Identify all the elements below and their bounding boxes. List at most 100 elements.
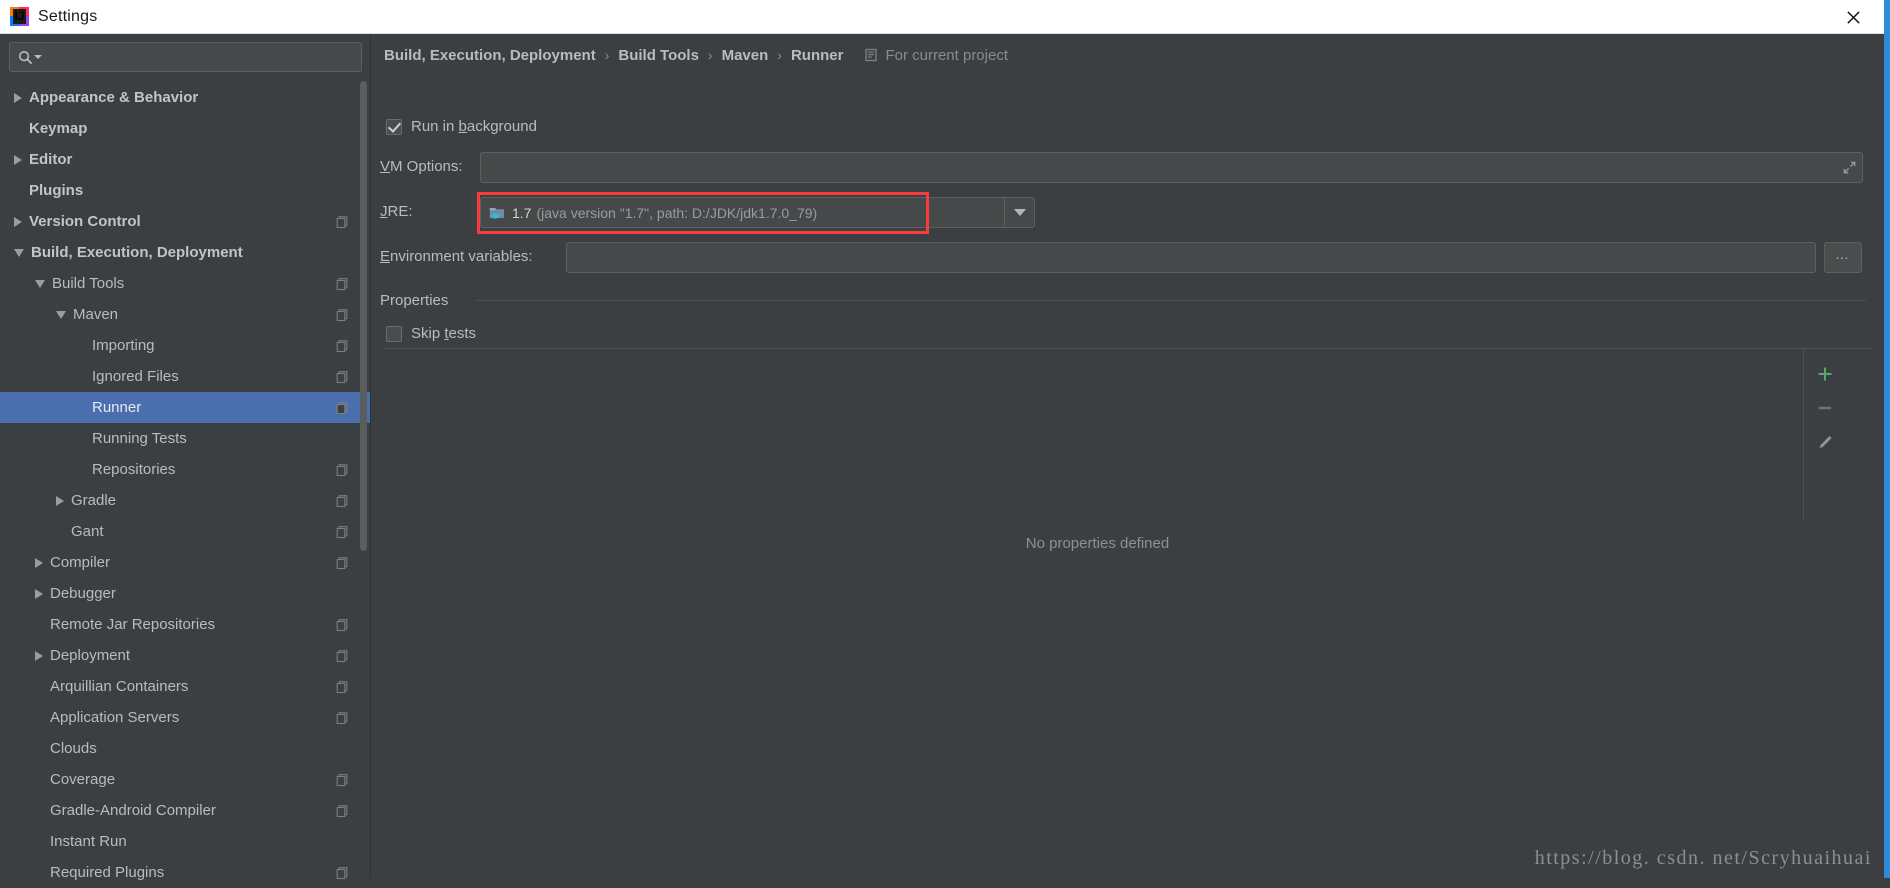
chevron-right-icon[interactable]	[14, 216, 22, 227]
sidebar-item-label: Arquillian Containers	[50, 678, 189, 695]
run-in-background-row[interactable]: Run in background	[386, 118, 537, 135]
copy-settings-icon	[336, 556, 349, 569]
project-scope-label: For current project	[865, 47, 1008, 64]
chevron-right-icon[interactable]	[14, 92, 22, 103]
sidebar-item-deployment[interactable]: Deployment	[0, 640, 371, 671]
sidebar-item-coverage[interactable]: Coverage	[0, 764, 371, 795]
sidebar-item-repositories[interactable]: Repositories	[0, 454, 371, 485]
sidebar-scrollbar-thumb[interactable]	[360, 81, 367, 551]
jre-path-detail: (java version "1.7", path: D:/JDK/jdk1.7…	[536, 204, 818, 221]
copy-settings-icon	[336, 525, 349, 538]
sidebar-item-version-control[interactable]: Version Control	[0, 206, 371, 237]
properties-list-area[interactable]: No properties defined	[384, 348, 1871, 868]
sidebar-item-debugger[interactable]: Debugger	[0, 578, 371, 609]
chevron-right-icon[interactable]	[35, 650, 43, 661]
sidebar-scrollbar[interactable]	[360, 81, 367, 871]
vm-options-input[interactable]	[481, 153, 1836, 182]
environment-variables-input[interactable]	[567, 243, 1815, 272]
chevron-right-icon[interactable]	[35, 588, 43, 599]
sidebar-item-label: Editor	[29, 151, 73, 168]
breadcrumb-item-1[interactable]: Build Tools	[618, 47, 699, 64]
skip-tests-row[interactable]: Skip tests	[386, 325, 476, 342]
sidebar-item-plugins[interactable]: Plugins	[0, 175, 371, 206]
breadcrumb-item-0[interactable]: Build, Execution, Deployment	[384, 47, 596, 64]
jre-combo-box[interactable]: 1.7 (java version "1.7", path: D:/JDK/jd…	[480, 197, 1035, 228]
sidebar-item-label: Build, Execution, Deployment	[31, 244, 243, 261]
sidebar-item-importing[interactable]: Importing	[0, 330, 371, 361]
chevron-right-icon[interactable]	[14, 154, 22, 165]
sidebar-item-label: Importing	[92, 337, 155, 354]
jre-label: JRE:	[380, 203, 413, 220]
expand-arrows-icon[interactable]	[1836, 153, 1862, 182]
search-box[interactable]	[9, 42, 362, 72]
window-titlebar: IJ Settings	[0, 0, 1890, 34]
add-property-button[interactable]	[1808, 357, 1842, 391]
close-icon[interactable]	[1830, 0, 1876, 34]
chevron-down-icon[interactable]	[14, 248, 24, 257]
copy-settings-icon	[336, 773, 349, 786]
sidebar-item-arquillian-containers[interactable]: Arquillian Containers	[0, 671, 371, 702]
search-input[interactable]	[47, 49, 353, 65]
sidebar-item-running-tests[interactable]: Running Tests	[0, 423, 371, 454]
window-scrollbar-thumb[interactable]	[1884, 0, 1890, 878]
copy-settings-icon	[336, 711, 349, 724]
sidebar-item-label: Build Tools	[52, 275, 125, 292]
sidebar-item-clouds[interactable]: Clouds	[0, 733, 371, 764]
vm-options-field[interactable]	[480, 152, 1863, 183]
sidebar-item-label: Gradle	[71, 492, 117, 509]
sidebar-item-gradle[interactable]: Gradle	[0, 485, 371, 516]
sidebar-item-required-plugins[interactable]: Required Plugins	[0, 857, 371, 888]
sidebar-item-compiler[interactable]: Compiler	[0, 547, 371, 578]
copy-settings-icon	[336, 649, 349, 662]
remove-property-button[interactable]	[1808, 391, 1842, 425]
jre-version: 1.7	[512, 204, 532, 221]
sidebar-item-appearance-behavior[interactable]: Appearance & Behavior	[0, 82, 371, 113]
sidebar-item-editor[interactable]: Editor	[0, 144, 371, 175]
copy-settings-icon	[336, 339, 349, 352]
sidebar-item-build-tools[interactable]: Build Tools	[0, 268, 371, 299]
skip-tests-checkbox[interactable]	[386, 325, 402, 342]
sidebar-item-build-execution-deployment[interactable]: Build, Execution, Deployment	[0, 237, 371, 268]
sidebar-item-gradle-android-compiler[interactable]: Gradle-Android Compiler	[0, 795, 371, 826]
copy-settings-icon	[336, 215, 349, 228]
breadcrumb-item-2[interactable]: Maven	[722, 47, 769, 64]
chevron-right-icon[interactable]	[56, 495, 64, 506]
window-scrollbar[interactable]	[1884, 0, 1890, 878]
sidebar-item-instant-run[interactable]: Instant Run	[0, 826, 371, 857]
sidebar-item-label: Version Control	[29, 213, 141, 230]
properties-toolbar	[1803, 349, 1845, 519]
search-filter-caret-icon[interactable]	[34, 55, 42, 59]
environment-variables-label-row: Environment variables:	[380, 248, 533, 265]
copy-settings-icon	[336, 866, 349, 879]
environment-variables-field[interactable]	[566, 242, 1816, 273]
run-in-background-label: Run in background	[411, 118, 537, 135]
sidebar-item-gant[interactable]: Gant	[0, 516, 371, 547]
sidebar-item-application-servers[interactable]: Application Servers	[0, 702, 371, 733]
sidebar-item-keymap[interactable]: Keymap	[0, 113, 371, 144]
intellij-idea-logo-icon: IJ	[10, 7, 29, 26]
chevron-down-icon[interactable]	[35, 279, 45, 288]
sidebar-item-runner[interactable]: Runner	[0, 392, 371, 423]
breadcrumb: Build, Execution, Deployment › Build Too…	[384, 42, 1008, 68]
copy-settings-icon	[336, 618, 349, 631]
environment-variables-browse-button[interactable]: …	[1824, 242, 1862, 273]
sidebar-item-remote-jar-repositories[interactable]: Remote Jar Repositories	[0, 609, 371, 640]
edit-property-button[interactable]	[1808, 425, 1842, 459]
sidebar-search-wrap	[0, 34, 371, 72]
sidebar-item-label: Appearance & Behavior	[29, 89, 199, 106]
sidebar-item-ignored-files[interactable]: Ignored Files	[0, 361, 371, 392]
search-icon	[18, 50, 33, 64]
breadcrumb-item-3[interactable]: Runner	[791, 47, 844, 64]
sidebar-item-maven[interactable]: Maven	[0, 299, 371, 330]
jdk-folder-icon	[489, 205, 506, 220]
chevron-down-icon[interactable]	[56, 310, 66, 319]
jre-dropdown-button[interactable]	[1004, 198, 1034, 227]
chevron-right-icon[interactable]	[35, 557, 43, 568]
run-in-background-checkbox[interactable]	[386, 118, 402, 135]
window-title: Settings	[38, 7, 98, 25]
